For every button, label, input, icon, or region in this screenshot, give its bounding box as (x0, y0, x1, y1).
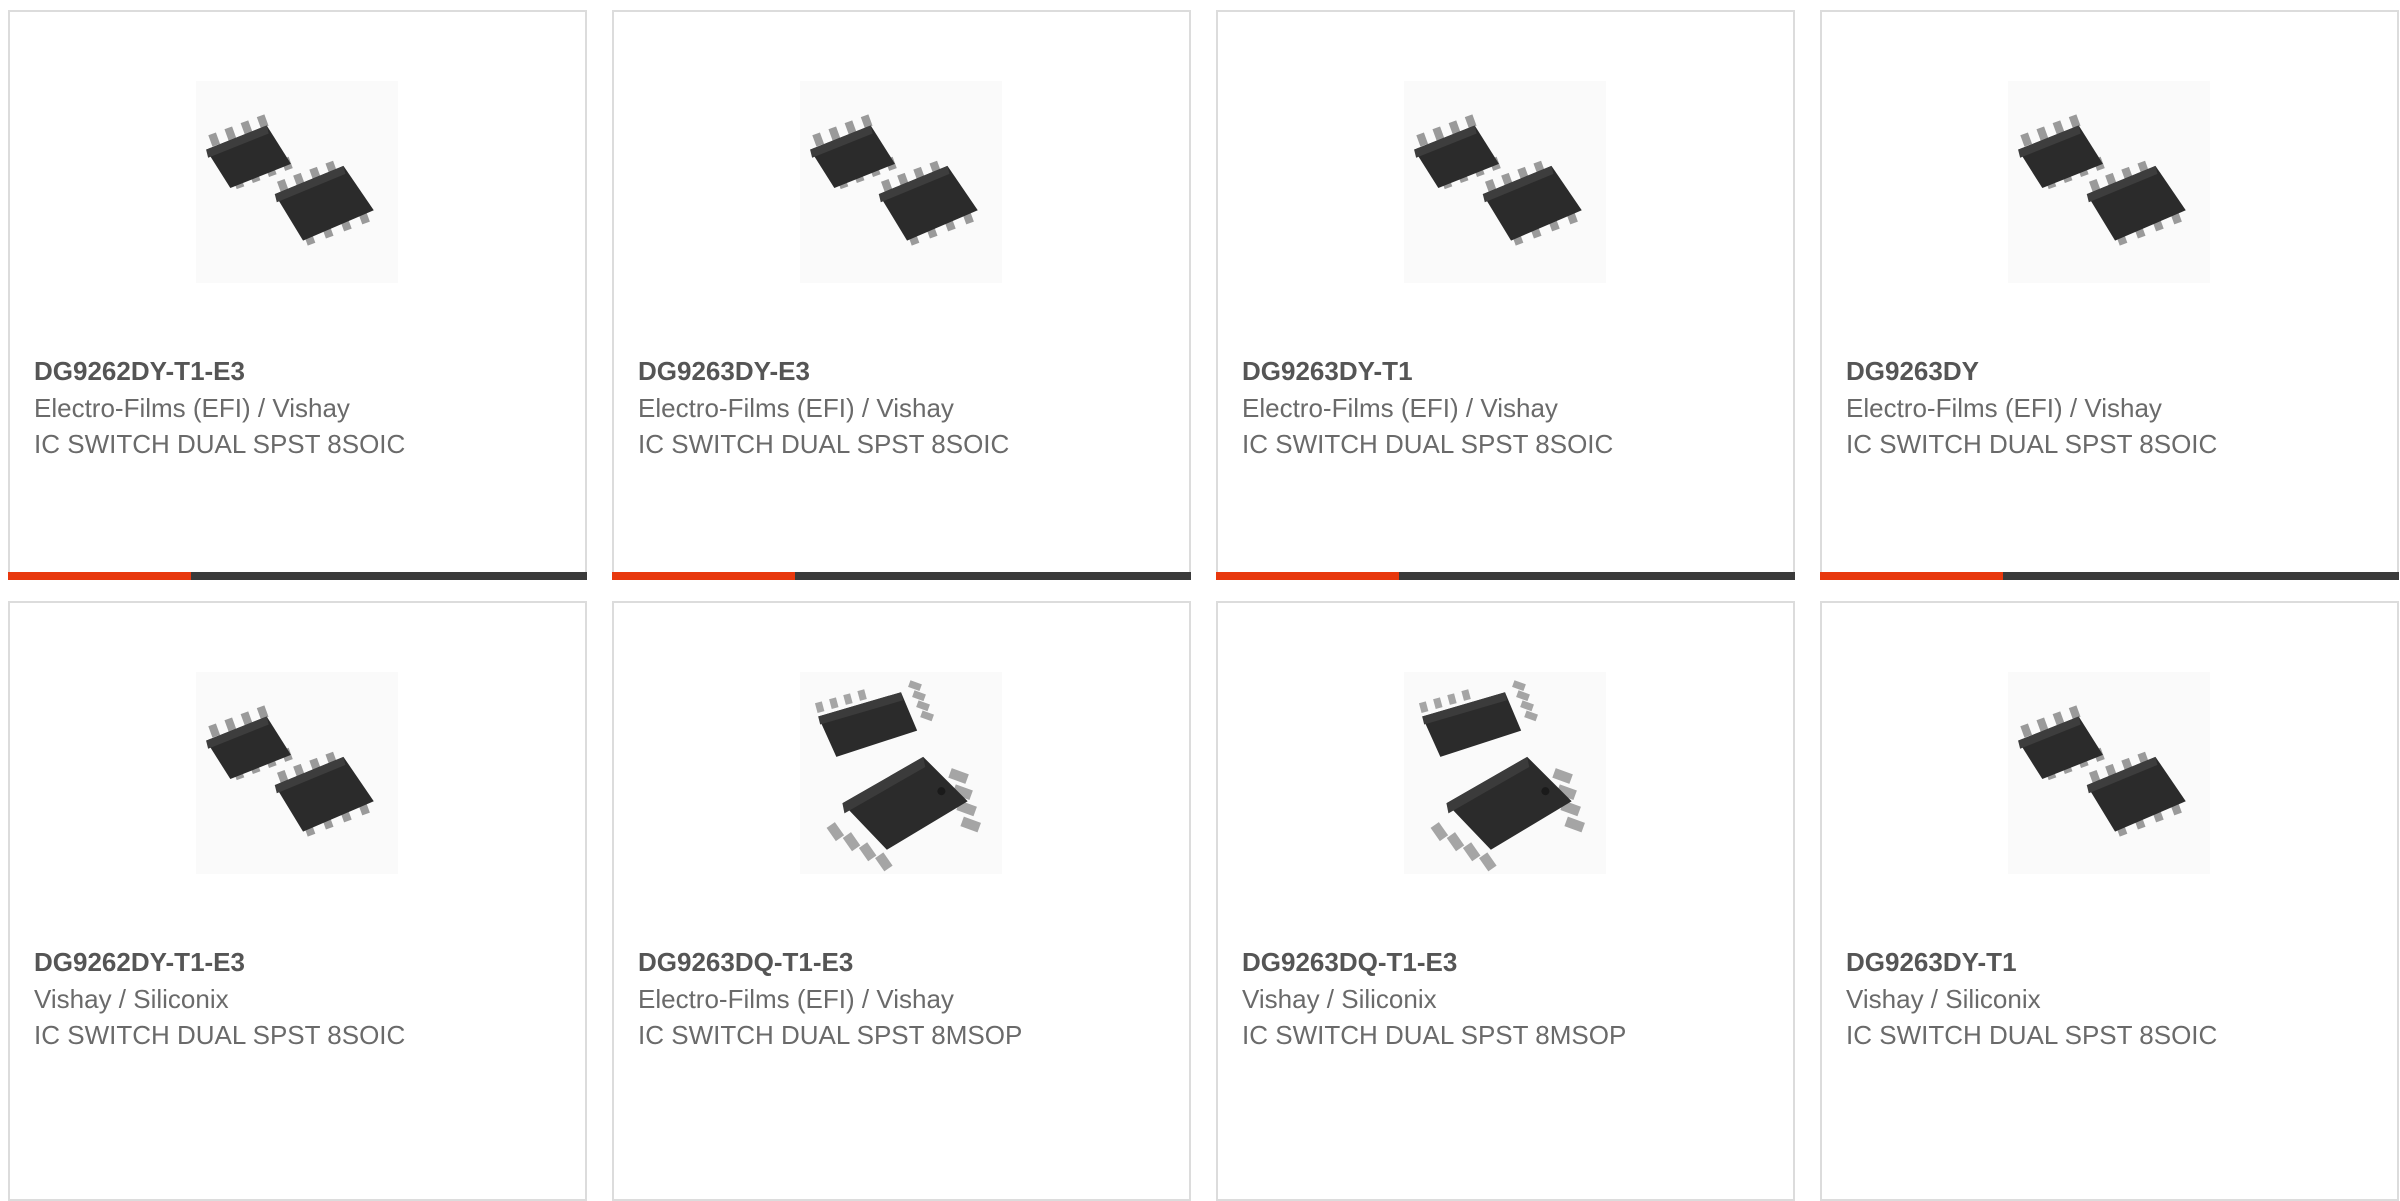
product-card[interactable]: DG9263DY-T1 Electro-Films (EFI) / Vishay… (1216, 10, 1795, 580)
product-description: IC SWITCH DUAL SPST 8MSOP (1242, 1020, 1627, 1050)
product-card[interactable]: DG9263DQ-T1-E3 Electro-Films (EFI) / Vis… (612, 601, 1191, 1201)
product-part-number[interactable]: DG9263DY (1846, 356, 1979, 387)
product-card[interactable]: DG9262DY-T1-E3 Electro-Films (EFI) / Vis… (8, 10, 587, 580)
product-description: IC SWITCH DUAL SPST 8SOIC (638, 429, 1010, 459)
product-description: IC SWITCH DUAL SPST 8SOIC (34, 1020, 406, 1050)
product-description: IC SWITCH DUAL SPST 8SOIC (1242, 429, 1614, 459)
product-manufacturer: Electro-Films (EFI) / Vishay (638, 393, 954, 423)
product-manufacturer: Electro-Films (EFI) / Vishay (1242, 393, 1558, 423)
product-grid: DG9262DY-T1-E3 Electro-Films (EFI) / Vis… (8, 10, 2400, 1201)
product-manufacturer: Electro-Films (EFI) / Vishay (34, 393, 350, 423)
product-manufacturer: Electro-Films (EFI) / Vishay (1846, 393, 2162, 423)
product-card[interactable]: DG9262DY-T1-E3 Vishay / Siliconix IC SWI… (8, 601, 587, 1201)
card-progress-accent (1820, 572, 2003, 580)
card-progress-bar (8, 572, 587, 580)
soic-8-package-icon[interactable] (1404, 81, 1606, 283)
card-progress-accent (1216, 572, 1399, 580)
soic-8-package-icon[interactable] (2008, 672, 2210, 874)
product-part-number[interactable]: DG9263DY-T1 (1242, 356, 1413, 387)
card-progress-bar (612, 572, 1191, 580)
msop-8-package-icon[interactable] (800, 672, 1002, 874)
product-description: IC SWITCH DUAL SPST 8SOIC (1846, 429, 2218, 459)
product-manufacturer: Vishay / Siliconix (1846, 984, 2041, 1014)
product-part-number[interactable]: DG9263DY-T1 (1846, 947, 2017, 978)
product-card[interactable]: DG9263DY-T1 Vishay / Siliconix IC SWITCH… (1820, 601, 2399, 1201)
product-manufacturer: Vishay / Siliconix (1242, 984, 1437, 1014)
soic-8-package-icon[interactable] (196, 81, 398, 283)
card-progress-accent (8, 572, 191, 580)
soic-8-package-icon[interactable] (800, 81, 1002, 283)
card-progress-accent (612, 572, 795, 580)
card-progress-bar (1820, 572, 2399, 580)
msop-8-package-icon[interactable] (1404, 672, 1606, 874)
product-part-number[interactable]: DG9262DY-T1-E3 (34, 356, 245, 387)
soic-8-package-icon[interactable] (2008, 81, 2210, 283)
product-card[interactable]: DG9263DQ-T1-E3 Vishay / Siliconix IC SWI… (1216, 601, 1795, 1201)
product-part-number[interactable]: DG9263DY-E3 (638, 356, 810, 387)
product-manufacturer: Electro-Films (EFI) / Vishay (638, 984, 954, 1014)
product-part-number[interactable]: DG9263DQ-T1-E3 (638, 947, 853, 978)
product-part-number[interactable]: DG9263DQ-T1-E3 (1242, 947, 1457, 978)
product-manufacturer: Vishay / Siliconix (34, 984, 229, 1014)
product-description: IC SWITCH DUAL SPST 8MSOP (638, 1020, 1023, 1050)
card-progress-bar (1216, 572, 1795, 580)
soic-8-package-icon[interactable] (196, 672, 398, 874)
product-part-number[interactable]: DG9262DY-T1-E3 (34, 947, 245, 978)
product-card[interactable]: DG9263DY-E3 Electro-Films (EFI) / Vishay… (612, 10, 1191, 580)
product-description: IC SWITCH DUAL SPST 8SOIC (34, 429, 406, 459)
product-card[interactable]: DG9263DY Electro-Films (EFI) / Vishay IC… (1820, 10, 2399, 580)
product-description: IC SWITCH DUAL SPST 8SOIC (1846, 1020, 2218, 1050)
